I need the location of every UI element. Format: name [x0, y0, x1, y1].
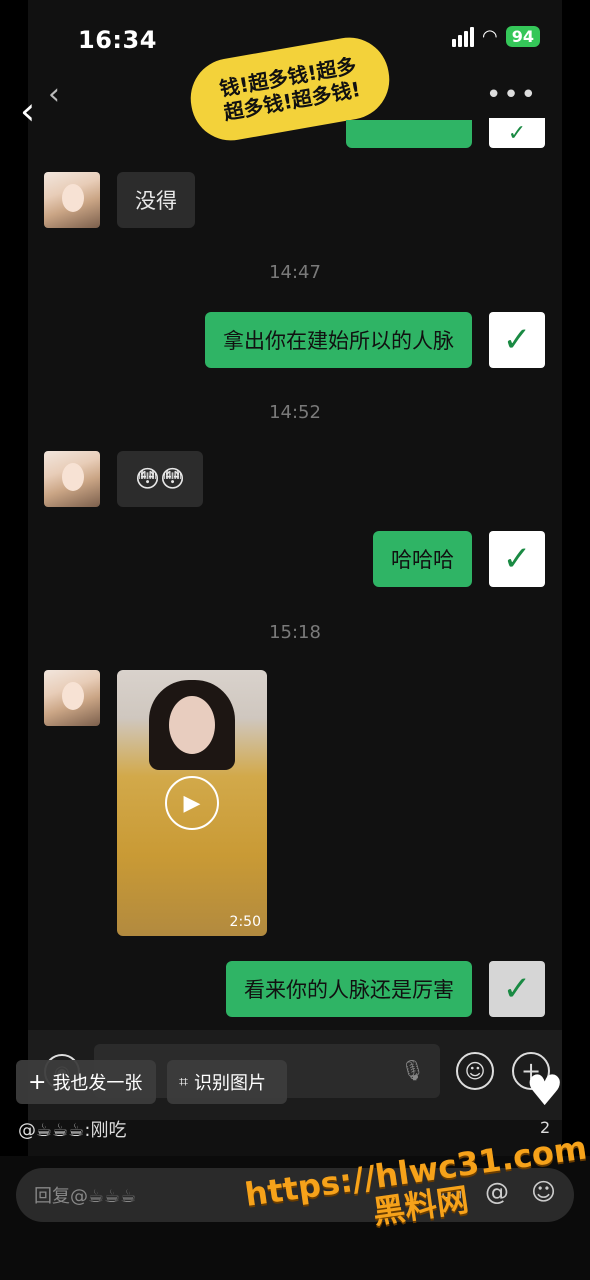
chat-back-icon[interactable]: ‹ [48, 80, 60, 110]
message-text: 哈哈哈 [391, 548, 454, 572]
my-avatar[interactable]: ✓ [489, 531, 545, 587]
contact-avatar[interactable] [44, 670, 100, 726]
emoji-icon[interactable]: ☺ [456, 1052, 494, 1090]
timestamp: 15:18 [269, 622, 321, 643]
video-duration: 2:50 [229, 914, 261, 930]
message-incoming[interactable]: 😳😳 [117, 451, 204, 507]
timestamp: 14:47 [269, 262, 321, 283]
more-icon[interactable]: ••• [486, 80, 538, 110]
heart-icon[interactable]: ♥ [526, 1070, 564, 1112]
back-icon[interactable]: ‹ [20, 92, 35, 130]
signal-icon [452, 26, 475, 47]
scan-icon: ⌗ [179, 1072, 189, 1091]
timestamp: 14:52 [269, 402, 321, 423]
message-text: 没得 [135, 189, 177, 213]
wifi-icon: ◠ [482, 26, 498, 47]
battery-indicator: 94 [505, 26, 540, 47]
status-time: 16:34 [78, 26, 157, 54]
emoji-message: 😳😳 [135, 465, 186, 493]
play-icon[interactable]: ▶ [165, 776, 219, 830]
message-outgoing[interactable]: 拿出你在建始所以的人脉 [205, 312, 472, 368]
identify-image-button[interactable]: ⌗ 识别图片 [167, 1060, 287, 1104]
contact-avatar[interactable] [44, 451, 100, 507]
post-too-label: 我也发一张 [52, 1073, 143, 1094]
message-outgoing[interactable]: 看来你的人脉还是厉害 [226, 961, 472, 1017]
message-incoming[interactable]: 没得 [117, 172, 195, 228]
hidden-top-avatar: ✓ [489, 118, 545, 148]
status-icons: ◠ 94 [452, 26, 540, 47]
contact-avatar[interactable] [44, 172, 100, 228]
message-text: 拿出你在建始所以的人脉 [223, 329, 454, 353]
video-thumbnail-face [169, 696, 215, 754]
reply-placeholder: 回复@☕☕☕ [34, 1186, 137, 1207]
post-too-button[interactable]: + 我也发一张 [16, 1060, 156, 1104]
hidden-top-bubble [346, 120, 472, 148]
my-avatar[interactable]: ✓ [489, 961, 545, 1017]
video-message[interactable]: ▶ 2:50 [117, 670, 267, 936]
check-icon: ✓ [502, 539, 532, 579]
mic-icon[interactable]: 🎙 [400, 1058, 425, 1082]
message-text: 看来你的人脉还是厉害 [244, 978, 454, 1002]
message-outgoing[interactable]: 哈哈哈 [373, 531, 472, 587]
check-icon: ✓ [502, 969, 532, 1009]
comment-text: @☕☕☕:刚吃 [18, 1120, 127, 1141]
plus-icon: + [28, 1069, 47, 1095]
identify-image-label: 识别图片 [194, 1073, 267, 1094]
check-icon: ✓ [502, 320, 532, 360]
my-avatar[interactable]: ✓ [489, 312, 545, 368]
